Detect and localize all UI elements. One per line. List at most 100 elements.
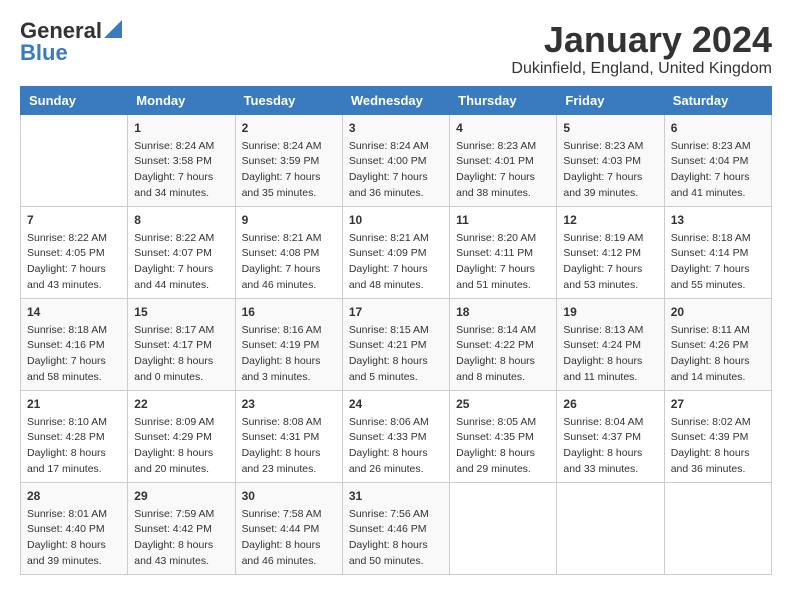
header-monday: Monday — [128, 86, 235, 114]
day-number: 17 — [349, 303, 443, 321]
week-row-3: 14 Sunrise: 8:18 AMSunset: 4:16 PMDayligh… — [21, 298, 772, 390]
day-info: Sunrise: 8:23 AMSunset: 4:03 PMDaylight:… — [563, 139, 657, 202]
day-info: Sunrise: 8:10 AMSunset: 4:28 PMDaylight:… — [27, 415, 121, 478]
day-info: Sunrise: 8:11 AMSunset: 4:26 PMDaylight:… — [671, 323, 765, 386]
day-number: 7 — [27, 211, 121, 229]
day-info: Sunrise: 8:20 AMSunset: 4:11 PMDaylight:… — [456, 231, 550, 294]
day-info: Sunrise: 8:09 AMSunset: 4:29 PMDaylight:… — [134, 415, 228, 478]
day-info: Sunrise: 7:58 AMSunset: 4:44 PMDaylight:… — [242, 507, 336, 570]
day-number: 20 — [671, 303, 765, 321]
day-cell-10: 10Sunrise: 8:21 AMSunset: 4:09 PMDayligh… — [342, 206, 449, 298]
day-cell-18: 18Sunrise: 8:14 AMSunset: 4:22 PMDayligh… — [450, 298, 557, 390]
day-number: 14 — [27, 303, 121, 321]
day-cell-28: 28 Sunrise: 8:01 AMSunset: 4:40 PMDayligh… — [21, 482, 128, 574]
day-number: 21 — [27, 395, 121, 413]
day-cell-24: 24 Sunrise: 8:06 AMSunset: 4:33 PMDayligh… — [342, 390, 449, 482]
title-block: January 2024 Dukinfield, England, United… — [511, 20, 772, 78]
day-cell-29: 29 Sunrise: 7:59 AMSunset: 4:42 PMDayligh… — [128, 482, 235, 574]
calendar-table: SundayMondayTuesdayWednesdayThursdayFrid… — [20, 86, 772, 575]
day-number: 19 — [563, 303, 657, 321]
day-cell-7: 7 Sunrise: 8:22 AMSunset: 4:05 PMDaylight… — [21, 206, 128, 298]
day-cell-15: 15Sunrise: 8:17 AMSunset: 4:17 PMDayligh… — [128, 298, 235, 390]
day-info: Sunrise: 7:56 AMSunset: 4:46 PMDaylight:… — [349, 507, 443, 570]
day-cell-31: 31 Sunrise: 7:56 AMSunset: 4:46 PMDayligh… — [342, 482, 449, 574]
day-cell-12: 12Sunrise: 8:19 AMSunset: 4:12 PMDayligh… — [557, 206, 664, 298]
logo-arrow-icon — [104, 20, 122, 38]
day-cell-8: 8Sunrise: 8:22 AMSunset: 4:07 PMDaylight… — [128, 206, 235, 298]
day-info: Sunrise: 8:22 AMSunset: 4:05 PMDaylight:… — [27, 231, 121, 294]
day-info: Sunrise: 8:21 AMSunset: 4:08 PMDaylight:… — [242, 231, 336, 294]
day-cell-21: 21 Sunrise: 8:10 AMSunset: 4:28 PMDayligh… — [21, 390, 128, 482]
location: Dukinfield, England, United Kingdom — [511, 60, 772, 78]
day-number: 9 — [242, 211, 336, 229]
day-number: 30 — [242, 487, 336, 505]
day-number: 24 — [349, 395, 443, 413]
day-info: Sunrise: 8:21 AMSunset: 4:09 PMDaylight:… — [349, 231, 443, 294]
day-number: 27 — [671, 395, 765, 413]
day-number: 23 — [242, 395, 336, 413]
day-info: Sunrise: 8:08 AMSunset: 4:31 PMDaylight:… — [242, 415, 336, 478]
day-info: Sunrise: 8:24 AMSunset: 4:00 PMDaylight:… — [349, 139, 443, 202]
day-info: Sunrise: 8:23 AMSunset: 4:04 PMDaylight:… — [671, 139, 765, 202]
header-saturday: Saturday — [664, 86, 771, 114]
day-cell-4: 4 Sunrise: 8:23 AMSunset: 4:01 PMDaylight… — [450, 114, 557, 206]
month-title: January 2024 — [511, 20, 772, 60]
day-info: Sunrise: 8:01 AMSunset: 4:40 PMDaylight:… — [27, 507, 121, 570]
day-cell-30: 30 Sunrise: 7:58 AMSunset: 4:44 PMDayligh… — [235, 482, 342, 574]
day-cell-13: 13Sunrise: 8:18 AMSunset: 4:14 PMDayligh… — [664, 206, 771, 298]
day-number: 31 — [349, 487, 443, 505]
day-cell-17: 17Sunrise: 8:15 AMSunset: 4:21 PMDayligh… — [342, 298, 449, 390]
day-info: Sunrise: 8:18 AMSunset: 4:16 PMDaylight:… — [27, 323, 121, 386]
day-info: Sunrise: 7:59 AMSunset: 4:42 PMDaylight:… — [134, 507, 228, 570]
day-number: 29 — [134, 487, 228, 505]
day-info: Sunrise: 8:24 AMSunset: 3:58 PMDaylight:… — [134, 139, 228, 202]
day-cell-1: 1 Sunrise: 8:24 AMSunset: 3:58 PMDaylight… — [128, 114, 235, 206]
day-cell-20: 20 Sunrise: 8:11 AMSunset: 4:26 PMDayligh… — [664, 298, 771, 390]
empty-cell — [21, 114, 128, 206]
day-info: Sunrise: 8:16 AMSunset: 4:19 PMDaylight:… — [242, 323, 336, 386]
day-cell-6: 6 Sunrise: 8:23 AMSunset: 4:04 PMDaylight… — [664, 114, 771, 206]
day-cell-25: 25Sunrise: 8:05 AMSunset: 4:35 PMDayligh… — [450, 390, 557, 482]
day-number: 6 — [671, 119, 765, 137]
page-header: General Blue January 2024 Dukinfield, En… — [20, 20, 772, 78]
day-cell-5: 5 Sunrise: 8:23 AMSunset: 4:03 PMDaylight… — [557, 114, 664, 206]
empty-cell — [664, 482, 771, 574]
day-info: Sunrise: 8:17 AMSunset: 4:17 PMDaylight:… — [134, 323, 228, 386]
logo: General Blue — [20, 20, 122, 64]
day-info: Sunrise: 8:19 AMSunset: 4:12 PMDaylight:… — [563, 231, 657, 294]
day-info: Sunrise: 8:24 AMSunset: 3:59 PMDaylight:… — [242, 139, 336, 202]
day-cell-2: 2 Sunrise: 8:24 AMSunset: 3:59 PMDaylight… — [235, 114, 342, 206]
day-info: Sunrise: 8:06 AMSunset: 4:33 PMDaylight:… — [349, 415, 443, 478]
day-number: 4 — [456, 119, 550, 137]
day-info: Sunrise: 8:04 AMSunset: 4:37 PMDaylight:… — [563, 415, 657, 478]
header-wednesday: Wednesday — [342, 86, 449, 114]
day-info: Sunrise: 8:22 AMSunset: 4:07 PMDaylight:… — [134, 231, 228, 294]
day-number: 26 — [563, 395, 657, 413]
day-cell-11: 11 Sunrise: 8:20 AMSunset: 4:11 PMDayligh… — [450, 206, 557, 298]
logo-blue-text: Blue — [20, 42, 68, 64]
day-number: 2 — [242, 119, 336, 137]
day-cell-16: 16Sunrise: 8:16 AMSunset: 4:19 PMDayligh… — [235, 298, 342, 390]
day-number: 28 — [27, 487, 121, 505]
day-number: 22 — [134, 395, 228, 413]
empty-cell — [557, 482, 664, 574]
header-friday: Friday — [557, 86, 664, 114]
logo-general-text: General — [20, 20, 102, 42]
day-info: Sunrise: 8:18 AMSunset: 4:14 PMDaylight:… — [671, 231, 765, 294]
day-number: 1 — [134, 119, 228, 137]
week-row-4: 21 Sunrise: 8:10 AMSunset: 4:28 PMDayligh… — [21, 390, 772, 482]
day-number: 5 — [563, 119, 657, 137]
day-cell-26: 26 Sunrise: 8:04 AMSunset: 4:37 PMDayligh… — [557, 390, 664, 482]
empty-cell — [450, 482, 557, 574]
day-cell-22: 22 Sunrise: 8:09 AMSunset: 4:29 PMDayligh… — [128, 390, 235, 482]
day-cell-19: 19 Sunrise: 8:13 AMSunset: 4:24 PMDayligh… — [557, 298, 664, 390]
day-cell-3: 3Sunrise: 8:24 AMSunset: 4:00 PMDaylight… — [342, 114, 449, 206]
day-number: 25 — [456, 395, 550, 413]
week-row-2: 7 Sunrise: 8:22 AMSunset: 4:05 PMDaylight… — [21, 206, 772, 298]
header-row: SundayMondayTuesdayWednesdayThursdayFrid… — [21, 86, 772, 114]
day-cell-23: 23 Sunrise: 8:08 AMSunset: 4:31 PMDayligh… — [235, 390, 342, 482]
header-sunday: Sunday — [21, 86, 128, 114]
day-info: Sunrise: 8:13 AMSunset: 4:24 PMDaylight:… — [563, 323, 657, 386]
day-number: 11 — [456, 211, 550, 229]
day-info: Sunrise: 8:23 AMSunset: 4:01 PMDaylight:… — [456, 139, 550, 202]
